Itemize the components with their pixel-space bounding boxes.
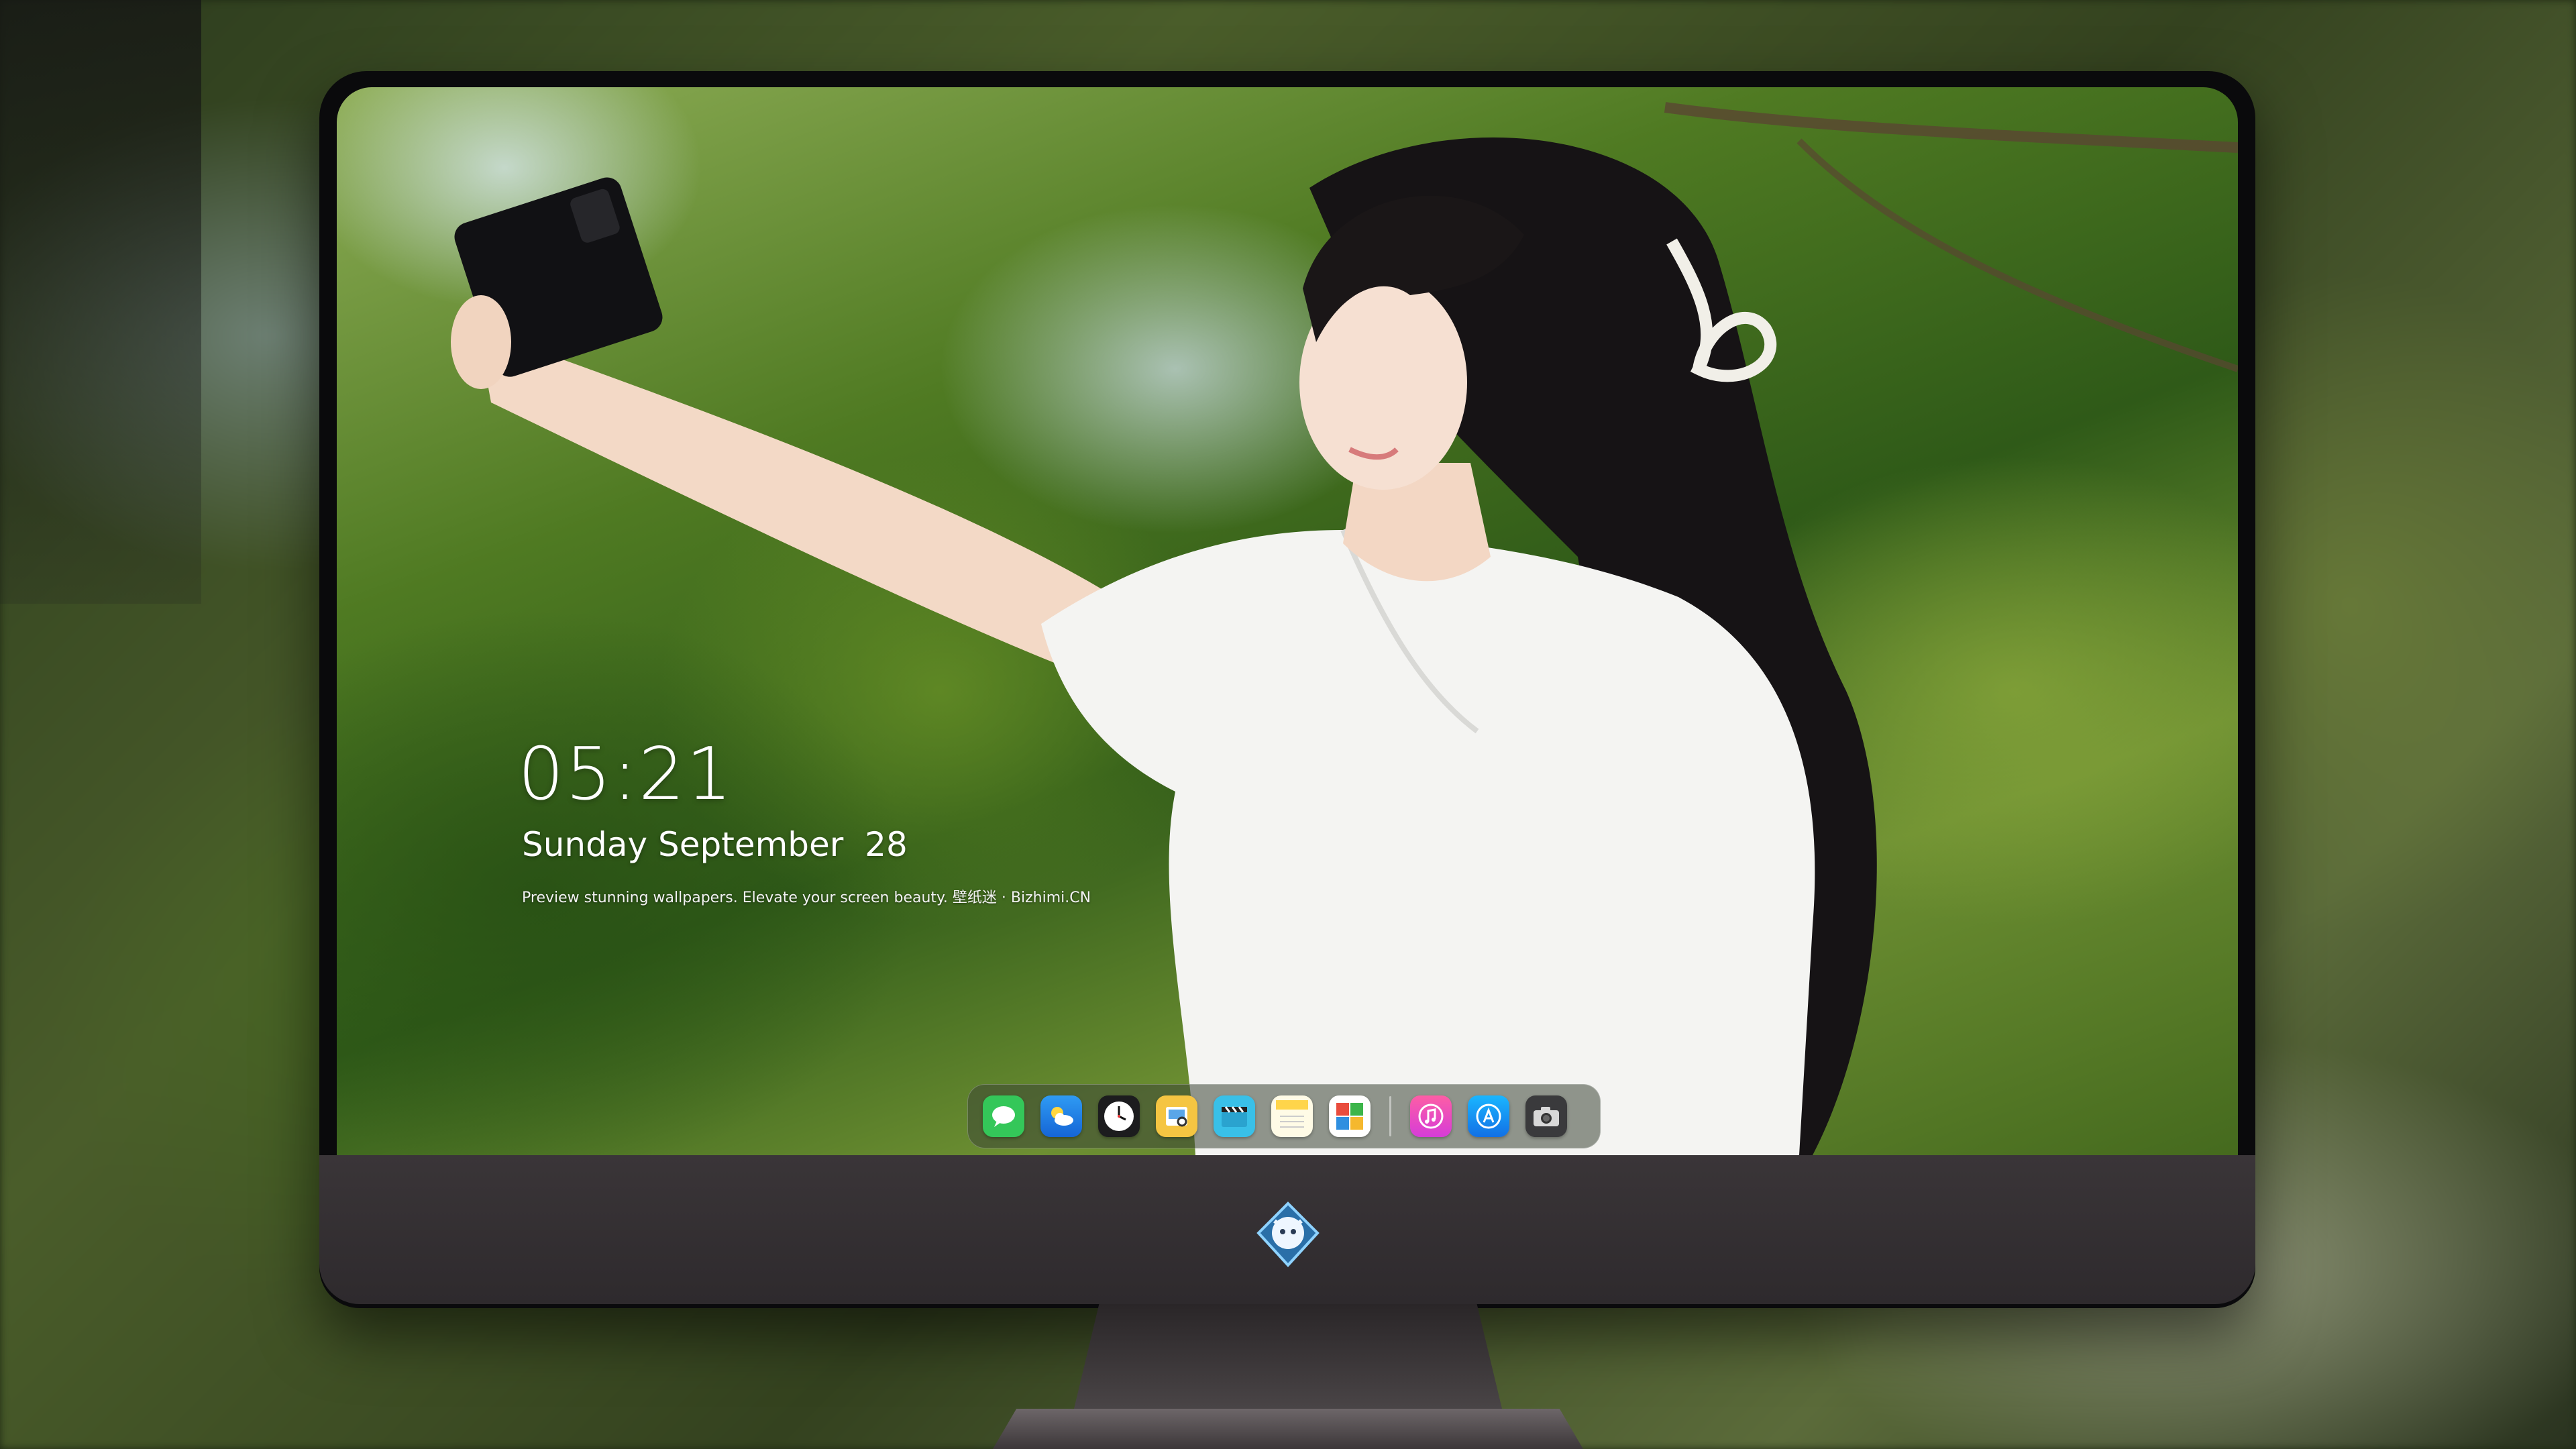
- desktop-screen: 05:21 Sunday September 28 Preview stunni…: [337, 87, 2238, 1155]
- wallpaper-tagline: Preview stunning wallpapers. Elevate you…: [522, 890, 1091, 906]
- clock-icon[interactable]: [1098, 1095, 1140, 1137]
- dock-separator: [1389, 1096, 1391, 1136]
- weather-icon[interactable]: [1040, 1095, 1082, 1137]
- app-store-icon[interactable]: [1468, 1095, 1509, 1137]
- mascot-logo-icon: [1256, 1201, 1320, 1267]
- music-icon[interactable]: [1410, 1095, 1452, 1137]
- lock-screen-date: Sunday September 28: [522, 825, 908, 864]
- monitor-stand-neck: [1073, 1304, 1503, 1411]
- wallpaper-illustration: [451, 102, 2238, 1155]
- lock-screen-time: 05:21: [518, 733, 734, 816]
- monitor-stand-base: [993, 1409, 1583, 1449]
- dock: [967, 1084, 1601, 1148]
- messages-icon[interactable]: [983, 1095, 1024, 1137]
- clips-icon[interactable]: [1214, 1095, 1255, 1137]
- photo-booth-icon[interactable]: [1329, 1095, 1371, 1137]
- camera-icon[interactable]: [1525, 1095, 1567, 1137]
- notes-icon[interactable]: [1271, 1095, 1313, 1137]
- preview-icon[interactable]: [1156, 1095, 1197, 1137]
- blurred-background-shadow: [0, 0, 201, 604]
